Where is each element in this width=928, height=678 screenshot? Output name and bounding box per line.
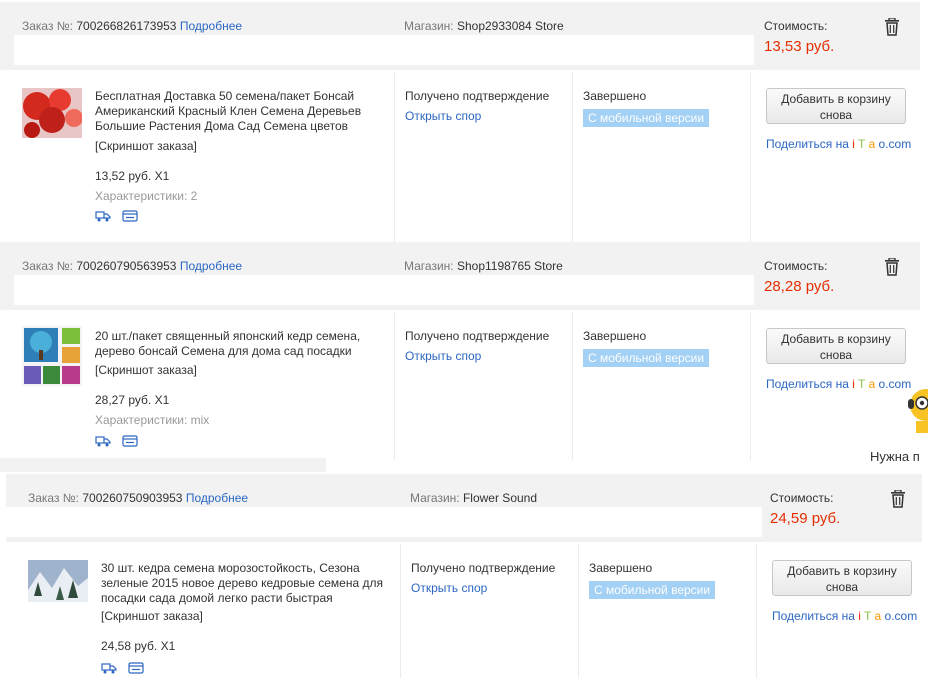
trash-icon[interactable] [890, 490, 906, 508]
order-body: Бесплатная Доставка 50 семена/пакет Бонс… [14, 72, 920, 244]
cost-label: Стоимость: [770, 491, 834, 505]
order-details-link[interactable]: Подробнее [186, 491, 248, 505]
product-price: 28,27 руб. X1 [95, 393, 170, 407]
order-screenshot-link[interactable]: [Скриншот заказа] [95, 139, 197, 153]
delivery-truck-icon[interactable] [95, 210, 111, 222]
help-bot-icon[interactable] [904, 385, 928, 433]
order-number: Заказ №: 700266826173953 Подробнее [22, 19, 243, 33]
add-to-cart-again-button[interactable]: Добавить в корзину снова [766, 328, 906, 364]
help-label[interactable]: Нужна п [870, 449, 920, 464]
shop-name: Магазин: Shop1198765 Store [404, 259, 563, 273]
message-icon[interactable] [128, 662, 144, 674]
completion-status: Завершено [583, 329, 647, 343]
order-status: Получено подтверждение [405, 89, 550, 103]
open-dispute-link[interactable]: Открыть спор [405, 109, 481, 123]
order-header: Заказ №: 700260750903953 Подробнее Магаз… [6, 474, 928, 542]
message-icon[interactable] [122, 435, 138, 447]
order-icons [95, 435, 146, 450]
order-number: Заказ №: 700260750903953 Подробнее [28, 491, 249, 505]
divider [0, 458, 326, 472]
share-link[interactable]: Поделиться на i T a o.com [766, 137, 911, 151]
mobile-badge: С мобильной версии [583, 349, 710, 367]
open-dispute-link[interactable]: Открыть спор [405, 349, 481, 363]
completion-status: Завершено [583, 89, 647, 103]
order-screenshot-link[interactable]: [Скриншот заказа] [95, 363, 197, 377]
trash-icon[interactable] [884, 18, 900, 36]
shop-name: Магазин: Shop2933084 Store [404, 19, 564, 33]
add-to-cart-again-button[interactable]: Добавить в корзину снова [766, 88, 906, 124]
share-link[interactable]: Поделиться на i T a o.com [772, 609, 917, 623]
product-image[interactable] [22, 88, 82, 138]
product-title[interactable]: Бесплатная Доставка 50 семена/пакет Бонс… [95, 89, 390, 134]
order-body: 30 шт. кедра семена морозостойкость, Сез… [20, 544, 926, 678]
cost-label: Стоимость: [764, 259, 828, 273]
order-cost: 24,59 руб. [770, 510, 841, 527]
share-link[interactable]: Поделиться на i T a o.com [766, 377, 911, 391]
mobile-badge: С мобильной версии [583, 109, 710, 127]
order-screenshot-link[interactable]: [Скриншот заказа] [101, 609, 203, 623]
product-image[interactable] [28, 560, 88, 602]
message-icon[interactable] [122, 210, 138, 222]
order-status: Получено подтверждение [405, 329, 550, 343]
completion-status: Завершено [589, 561, 653, 575]
order-number: Заказ №: 700260790563953 Подробнее [22, 259, 243, 273]
add-to-cart-again-button[interactable]: Добавить в корзину снова [772, 560, 912, 596]
order-details-link[interactable]: Подробнее [180, 259, 242, 273]
order-body: 20 шт./пакет священный японский кедр сем… [14, 312, 920, 460]
shop-link[interactable]: Shop2933084 Store [457, 19, 564, 33]
cost-label: Стоимость: [764, 19, 828, 33]
product-price: 24,58 руб. X1 [101, 639, 176, 653]
delivery-truck-icon[interactable] [95, 435, 111, 447]
product-characteristics: Характеристики: 2 [95, 189, 198, 203]
order-status: Получено подтверждение [411, 561, 556, 575]
shop-link[interactable]: Flower Sound [463, 491, 537, 505]
order-icons [95, 210, 146, 225]
mobile-badge: С мобильной версии [589, 581, 716, 599]
shop-link[interactable]: Shop1198765 Store [457, 259, 563, 273]
order-header: Заказ №: 700260790563953 Подробнее Магаз… [0, 242, 928, 310]
product-image[interactable] [22, 326, 82, 386]
product-title[interactable]: 20 шт./пакет священный японский кедр сем… [95, 329, 390, 359]
order-cost: 13,53 руб. [764, 38, 835, 55]
order-icons [101, 662, 152, 677]
trash-icon[interactable] [884, 258, 900, 276]
product-characteristics: Характеристики: mix [95, 413, 210, 427]
open-dispute-link[interactable]: Открыть спор [411, 581, 487, 595]
product-price: 13,52 руб. X1 [95, 169, 170, 183]
order-cost: 28,28 руб. [764, 278, 835, 295]
order-header: Заказ №: 700266826173953 Подробнее Магаз… [0, 2, 928, 70]
shop-name: Магазин: Flower Sound [410, 491, 538, 505]
order-details-link[interactable]: Подробнее [180, 19, 242, 33]
product-title[interactable]: 30 шт. кедра семена морозостойкость, Сез… [101, 561, 396, 606]
delivery-truck-icon[interactable] [101, 662, 117, 674]
